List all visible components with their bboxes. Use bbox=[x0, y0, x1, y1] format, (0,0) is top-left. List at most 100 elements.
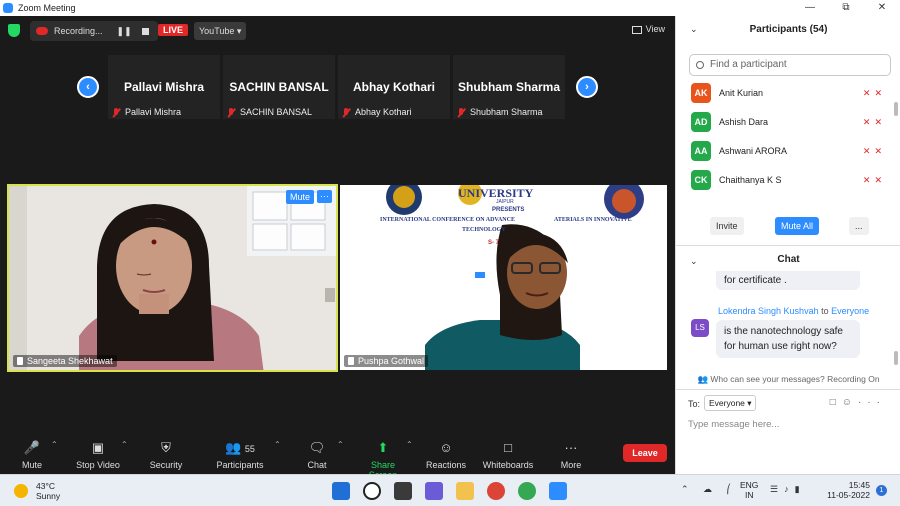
close-icon[interactable]: ✕ bbox=[864, 0, 900, 16]
security-shield-icon[interactable] bbox=[8, 24, 20, 37]
video-options-chevron-icon[interactable]: ⌃ bbox=[121, 440, 128, 449]
participant-more-button[interactable]: ··· bbox=[317, 190, 332, 203]
slide-date: S- 7 bbox=[488, 240, 500, 246]
participants-scrollbar[interactable] bbox=[894, 102, 898, 116]
slide-city: JAIPUR bbox=[496, 199, 514, 205]
divider bbox=[676, 389, 900, 390]
file-icon[interactable]: □ bbox=[830, 397, 842, 408]
participant-row[interactable]: AA Ashwani ARORA ✕✕ bbox=[691, 140, 886, 162]
window-controls: — ⧉ ✕ bbox=[792, 0, 900, 16]
shield-icon: ⛨ bbox=[161, 440, 171, 455]
mic-video-off-icon: ✕✕ bbox=[862, 87, 886, 98]
thumbnail-label: SACHIN BANSAL bbox=[227, 107, 312, 117]
participant-thumbnail[interactable]: SACHIN BANSAL SACHIN BANSAL bbox=[223, 55, 335, 119]
thumbnail-label-text: Shubham Sharma bbox=[470, 107, 543, 117]
participant-thumbnail[interactable]: Pallavi Mishra Pallavi Mishra bbox=[108, 55, 220, 119]
language-indicator[interactable]: ENG IN bbox=[740, 480, 758, 500]
chat-scrollbar[interactable] bbox=[894, 351, 898, 365]
thumbnail-label-text: Abhay Kothari bbox=[355, 107, 412, 117]
invite-button[interactable]: Invite bbox=[710, 217, 744, 235]
search-icon bbox=[696, 61, 704, 69]
whiteboards-label: Whiteboards bbox=[482, 460, 534, 470]
chat-recipient-value: Everyone bbox=[709, 398, 745, 408]
mute-button[interactable]: 🎤 Mute bbox=[18, 440, 46, 470]
thumbnail-label: Abhay Kothari bbox=[342, 107, 412, 117]
chat-recipient-select[interactable]: Everyone ▾ bbox=[704, 395, 756, 411]
mic-muted-icon bbox=[227, 107, 235, 117]
audio-options-chevron-icon[interactable]: ⌃ bbox=[51, 440, 58, 449]
pin-icon bbox=[17, 357, 23, 365]
more-icon: ··· bbox=[564, 440, 578, 455]
stop-video-button[interactable]: ▣ Stop Video bbox=[72, 440, 124, 470]
chrome-profile-icon[interactable] bbox=[518, 482, 536, 500]
emoji-icon[interactable]: ☺ bbox=[842, 397, 858, 408]
participant-thumbnail[interactable]: Abhay Kothari Abhay Kothari bbox=[338, 55, 450, 119]
chat-more-icon[interactable]: ··· bbox=[858, 397, 886, 408]
clock[interactable]: 15:45 11-05-2022 bbox=[822, 480, 870, 500]
window-title-bar: Zoom Meeting — ⧉ ✕ bbox=[0, 0, 900, 16]
stop-recording-icon[interactable] bbox=[141, 27, 149, 35]
weather-widget[interactable]: 43°C Sunny bbox=[14, 481, 60, 501]
participants-more-button[interactable]: ... bbox=[849, 217, 869, 235]
search-icon[interactable] bbox=[363, 482, 381, 500]
chat-sender-line: Lokendra Singh Kushvah to Everyone bbox=[718, 306, 869, 316]
video-tile-participant[interactable]: UNIVERSITY JAIPUR PRESENTS INTERNATIONAL… bbox=[340, 185, 667, 370]
recording-cloud-icon bbox=[36, 27, 48, 35]
mute-participant-button[interactable]: Mute bbox=[285, 190, 314, 204]
pause-recording-icon[interactable]: ❚❚ bbox=[117, 26, 132, 37]
participant-thumbnail[interactable]: Shubham Sharma Shubham Sharma bbox=[453, 55, 565, 119]
participants-chevron-icon[interactable]: ⌃ bbox=[274, 440, 281, 449]
minimize-icon[interactable]: — bbox=[792, 0, 828, 16]
participants-count: 55 bbox=[244, 444, 255, 454]
leave-button[interactable]: Leave bbox=[623, 444, 667, 462]
view-button[interactable]: View bbox=[631, 24, 665, 34]
share-chevron-icon[interactable]: ⌃ bbox=[406, 440, 413, 449]
participant-name: Anit Kurian bbox=[719, 88, 764, 98]
system-tray[interactable]: ⌃ ☁ ⎛ bbox=[681, 484, 737, 495]
slide-title-line1b: ATERIALS IN INNOVATIVE bbox=[554, 217, 632, 223]
more-button[interactable]: ··· More bbox=[555, 440, 587, 470]
participants-button[interactable]: 👥 55 Participants bbox=[214, 440, 266, 470]
who-can-see-text: Who can see your messages? Recording On bbox=[710, 374, 880, 384]
file-explorer-icon[interactable] bbox=[456, 482, 474, 500]
chat-tools: □☺··· bbox=[830, 397, 886, 408]
date: 11-05-2022 bbox=[827, 490, 870, 500]
chat-message-input[interactable]: Type message here... bbox=[688, 419, 779, 430]
mute-all-button[interactable]: Mute All bbox=[775, 217, 820, 235]
reactions-button[interactable]: ☺ Reactions bbox=[424, 440, 468, 470]
network-volume-battery-icons[interactable]: ☰♪▮ bbox=[770, 484, 806, 495]
security-label: Security bbox=[149, 460, 183, 470]
thumbnail-name: Shubham Sharma bbox=[457, 80, 561, 94]
teams-chat-icon[interactable] bbox=[425, 482, 443, 500]
chrome-icon[interactable] bbox=[487, 482, 505, 500]
task-view-icon[interactable] bbox=[394, 482, 412, 500]
participant-row[interactable]: CK Chaithanya K S ✕✕ bbox=[691, 169, 886, 191]
chat-button[interactable]: 🗨 Chat bbox=[302, 440, 332, 470]
chat-to-label: To: bbox=[688, 399, 701, 409]
next-page-button[interactable]: › bbox=[576, 76, 598, 98]
zoom-app-icon[interactable] bbox=[549, 482, 567, 500]
share-screen-icon: ⬆ bbox=[377, 440, 389, 455]
windows-start-icon[interactable] bbox=[332, 482, 350, 500]
participant-search-input[interactable]: Find a participant bbox=[689, 54, 891, 76]
participant-row[interactable]: AD Ashish Dara ✕✕ bbox=[691, 111, 886, 133]
recording-indicator: Recording... ❚❚ bbox=[30, 21, 158, 41]
notification-badge[interactable]: 1 bbox=[876, 485, 887, 496]
mic-muted-icon bbox=[457, 107, 465, 117]
live-badge[interactable]: LIVE bbox=[158, 24, 189, 36]
restore-icon[interactable]: ⧉ bbox=[828, 0, 864, 16]
stream-target-select[interactable]: YouTube ▾ bbox=[194, 22, 246, 40]
chat-chevron-icon[interactable]: ⌃ bbox=[337, 440, 344, 449]
who-can-see-link[interactable]: 👥 Who can see your messages? Recording O… bbox=[676, 374, 900, 385]
thumbnail-label: Pallavi Mishra bbox=[112, 107, 181, 117]
security-button[interactable]: ⛨ Security bbox=[146, 440, 186, 470]
whiteboards-button[interactable]: □ Whiteboards bbox=[482, 440, 534, 470]
video-tile-active-speaker[interactable]: Mute ··· Sangeeta Shekhawat bbox=[7, 184, 338, 372]
chat-message-line: is the nanotechnology safe bbox=[724, 326, 843, 337]
chat-icon: 🗨 bbox=[308, 440, 326, 455]
participant-row[interactable]: AK Anit Kurian ✕✕ bbox=[691, 82, 886, 104]
stream-target-label: YouTube bbox=[199, 26, 235, 36]
recording-label: Recording... bbox=[54, 26, 103, 36]
prev-page-button[interactable]: ‹ bbox=[77, 76, 99, 98]
meeting-stage: Recording... ❚❚ LIVE YouTube ▾ View ‹ Pa… bbox=[0, 16, 675, 436]
